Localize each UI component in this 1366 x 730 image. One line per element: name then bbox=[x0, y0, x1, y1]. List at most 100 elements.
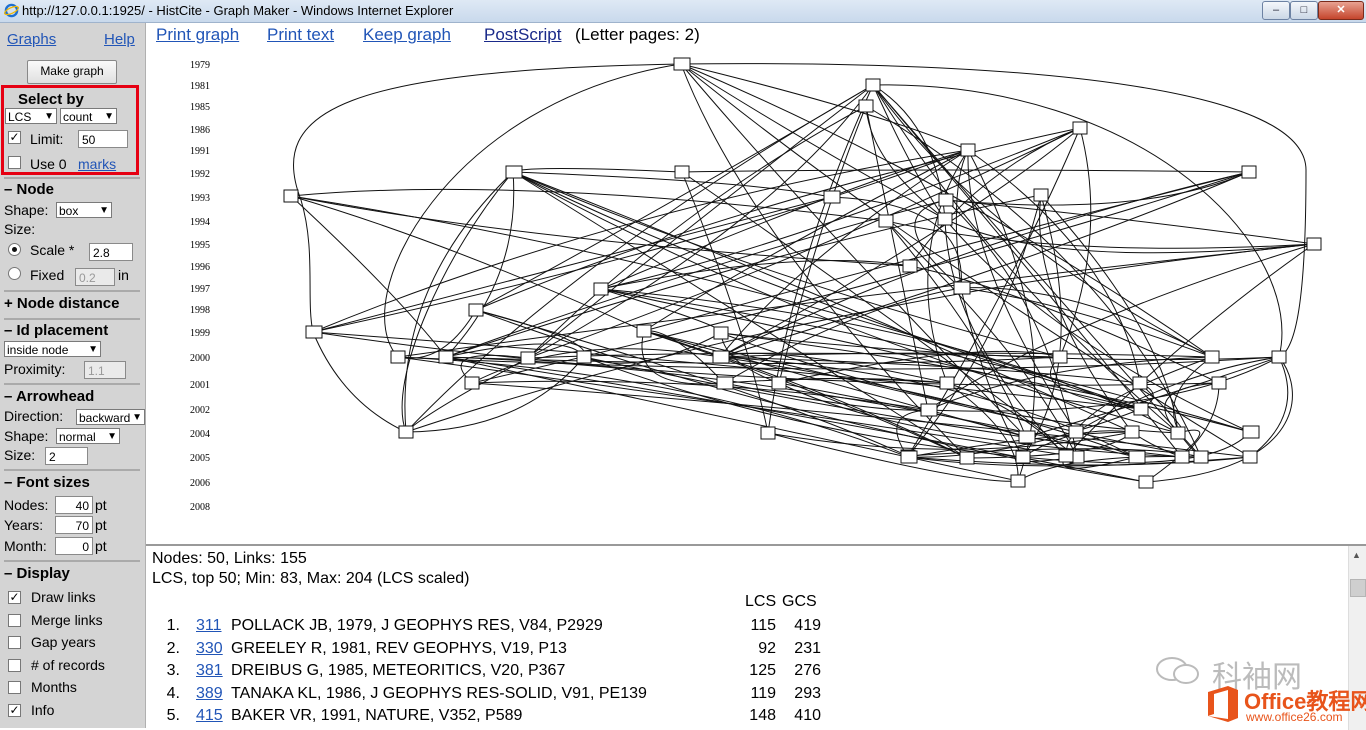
month-font-input[interactable]: 0 bbox=[55, 537, 93, 555]
citation-node[interactable] bbox=[900, 450, 918, 464]
citation-node[interactable] bbox=[464, 376, 480, 390]
limit-input[interactable]: 50 bbox=[78, 130, 128, 148]
citation-node[interactable] bbox=[673, 57, 691, 71]
record-id-link[interactable]: 381 bbox=[196, 662, 223, 680]
citation-node[interactable] bbox=[1010, 474, 1026, 488]
fixed-input[interactable]: 0.2 bbox=[75, 268, 115, 286]
citation-node[interactable] bbox=[939, 376, 955, 390]
citation-node[interactable] bbox=[1211, 376, 1227, 390]
citation-node[interactable] bbox=[858, 99, 874, 113]
citation-node[interactable] bbox=[576, 350, 592, 364]
citation-node[interactable] bbox=[938, 193, 954, 207]
citation-node[interactable] bbox=[283, 189, 299, 203]
id-placement-heading[interactable]: – Id placement bbox=[4, 322, 108, 339]
citation-node[interactable] bbox=[438, 350, 454, 364]
citation-node[interactable] bbox=[1015, 450, 1031, 464]
record-id-link[interactable]: 311 bbox=[196, 617, 222, 635]
citation-node[interactable] bbox=[1242, 425, 1260, 439]
citation-node[interactable] bbox=[771, 376, 787, 390]
limit-checkbox[interactable]: ✓ bbox=[8, 131, 21, 144]
citation-node[interactable] bbox=[468, 303, 484, 317]
citation-node[interactable] bbox=[865, 78, 881, 92]
maximize-button[interactable]: □ bbox=[1290, 1, 1318, 20]
citation-node[interactable] bbox=[1058, 449, 1074, 463]
citation-node[interactable] bbox=[960, 143, 976, 157]
graphs-link[interactable]: Graphs bbox=[7, 31, 56, 48]
citation-node[interactable] bbox=[1068, 425, 1084, 439]
display-option-checkbox[interactable]: ✓ bbox=[8, 703, 21, 717]
display-option-checkbox[interactable] bbox=[8, 658, 21, 672]
display-option-checkbox[interactable] bbox=[8, 636, 21, 649]
postscript-link[interactable]: PostScript bbox=[484, 25, 561, 45]
citation-node[interactable] bbox=[959, 451, 975, 465]
citation-node[interactable] bbox=[1170, 426, 1186, 440]
arrow-size-input[interactable]: 2 bbox=[45, 447, 88, 465]
citation-node[interactable] bbox=[1306, 237, 1322, 251]
citation-node[interactable] bbox=[878, 214, 894, 228]
citation-node[interactable] bbox=[902, 259, 918, 273]
scroll-up-icon[interactable]: ▲ bbox=[1352, 550, 1361, 560]
fixed-radio[interactable] bbox=[8, 267, 21, 280]
citation-node[interactable] bbox=[1072, 121, 1088, 135]
citation-node[interactable] bbox=[305, 325, 323, 339]
node-distance-heading[interactable]: + Node distance bbox=[4, 295, 119, 312]
citation-node[interactable] bbox=[1271, 350, 1287, 364]
years-font-input[interactable]: 70 bbox=[55, 516, 93, 534]
citation-node[interactable] bbox=[593, 282, 609, 296]
citation-node[interactable] bbox=[920, 403, 938, 417]
citation-node[interactable] bbox=[390, 350, 406, 364]
node-shape-dropdown[interactable]: box ▼ bbox=[56, 202, 112, 218]
nodes-font-input[interactable]: 40 bbox=[55, 496, 93, 514]
font-sizes-heading[interactable]: – Font sizes bbox=[4, 474, 90, 491]
citation-node[interactable] bbox=[953, 281, 971, 295]
citation-node[interactable] bbox=[1193, 450, 1209, 464]
citation-node[interactable] bbox=[520, 351, 536, 365]
marks-link[interactable]: marks bbox=[78, 156, 116, 172]
citation-node[interactable] bbox=[823, 190, 841, 204]
scale-input[interactable]: 2.8 bbox=[89, 243, 133, 261]
proximity-input[interactable]: 1.1 bbox=[84, 361, 126, 379]
help-link[interactable]: Help bbox=[104, 31, 135, 48]
arrowhead-heading[interactable]: – Arrowhead bbox=[4, 388, 94, 405]
scale-radio[interactable] bbox=[8, 243, 21, 256]
record-id-link[interactable]: 415 bbox=[196, 707, 223, 725]
minimize-button[interactable]: – bbox=[1262, 1, 1290, 20]
node-heading[interactable]: – Node bbox=[4, 181, 54, 198]
citation-node[interactable] bbox=[1242, 450, 1258, 464]
display-option-checkbox[interactable]: ✓ bbox=[8, 591, 21, 604]
id-placement-dropdown[interactable]: inside node ▼ bbox=[4, 341, 101, 357]
citation-node[interactable] bbox=[716, 376, 734, 390]
citation-node[interactable] bbox=[937, 212, 953, 226]
citation-node[interactable] bbox=[398, 425, 414, 439]
citation-node[interactable] bbox=[636, 324, 652, 338]
use-marks-checkbox[interactable] bbox=[8, 156, 21, 169]
citation-node[interactable] bbox=[1174, 450, 1190, 464]
citation-node[interactable] bbox=[760, 426, 776, 440]
citation-node[interactable] bbox=[674, 165, 690, 179]
close-button[interactable]: ✕ bbox=[1318, 1, 1364, 20]
record-id-link[interactable]: 389 bbox=[196, 685, 223, 703]
direction-dropdown[interactable]: backward ▼ bbox=[76, 409, 145, 425]
scroll-thumb[interactable] bbox=[1350, 579, 1366, 597]
citation-node[interactable] bbox=[1124, 425, 1140, 439]
citation-node[interactable] bbox=[712, 350, 730, 364]
citation-node[interactable] bbox=[1052, 350, 1068, 364]
citation-node[interactable] bbox=[1033, 188, 1049, 202]
citation-node[interactable] bbox=[1128, 450, 1146, 464]
select-by-mode-dropdown[interactable]: count ▼ bbox=[60, 108, 117, 124]
citation-node[interactable] bbox=[1204, 350, 1220, 364]
arrow-shape-dropdown[interactable]: normal ▼ bbox=[56, 428, 120, 444]
display-heading[interactable]: – Display bbox=[4, 565, 70, 582]
record-id-link[interactable]: 330 bbox=[196, 640, 223, 658]
citation-node[interactable] bbox=[1132, 376, 1148, 390]
print-graph-link[interactable]: Print graph bbox=[156, 25, 239, 45]
display-option-checkbox[interactable] bbox=[8, 681, 21, 694]
select-by-field-dropdown[interactable]: LCS ▼ bbox=[5, 108, 57, 124]
display-option-checkbox[interactable] bbox=[8, 613, 21, 627]
citation-node[interactable] bbox=[1133, 402, 1149, 416]
citation-node[interactable] bbox=[1138, 475, 1154, 489]
keep-graph-link[interactable]: Keep graph bbox=[363, 25, 451, 45]
citation-node[interactable] bbox=[1018, 430, 1036, 444]
citation-node[interactable] bbox=[1241, 165, 1257, 179]
make-graph-button[interactable]: Make graph bbox=[27, 60, 117, 84]
